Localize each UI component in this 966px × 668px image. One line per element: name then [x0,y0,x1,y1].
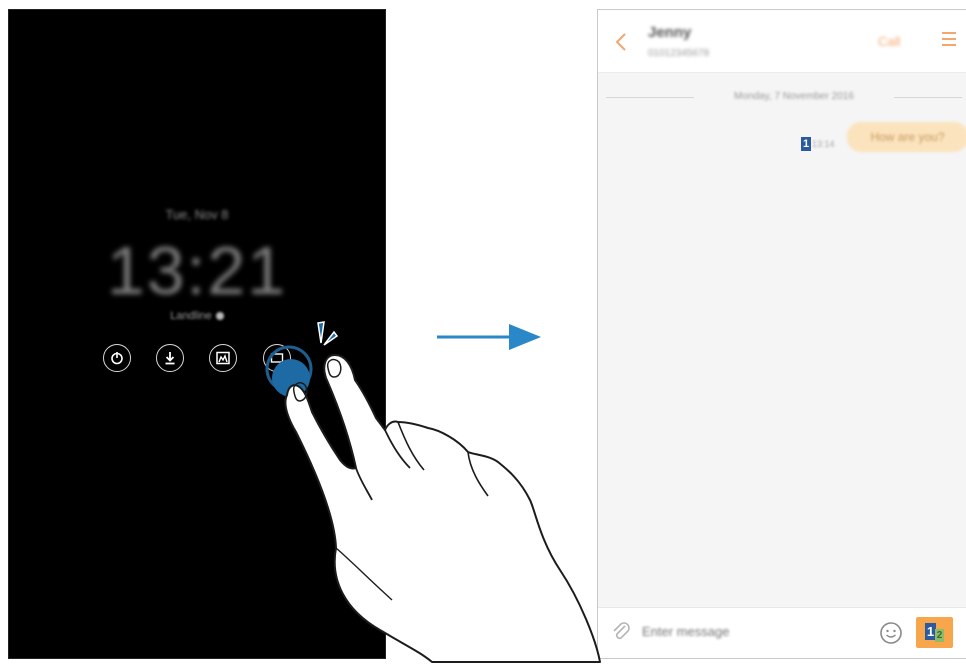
tap-spark-icon [323,330,339,346]
hand-double-tap-illustration [265,321,601,663]
tap-spark-icon [317,321,325,344]
